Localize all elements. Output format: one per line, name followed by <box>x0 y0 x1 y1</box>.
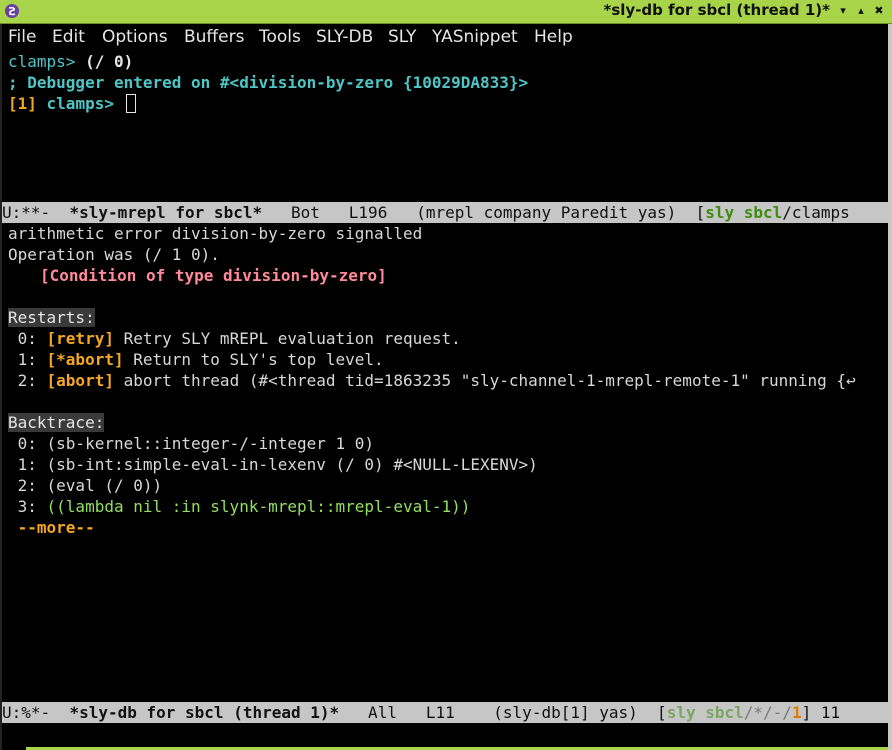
minimize-button[interactable]: ▾ <box>836 3 850 19</box>
sly-bracket: [ <box>695 203 706 222</box>
repl-input-line[interactable]: clamps> (/ 0) <box>8 51 133 72</box>
sly-bracket: [ <box>657 703 667 722</box>
sly-indicator: sly <box>705 203 735 222</box>
repl-mode-line[interactable]: U:**- *sly-mrepl for sbcl* Bot L196 (mre… <box>2 202 888 223</box>
text-cursor <box>125 94 136 113</box>
emacs-icon <box>5 4 19 18</box>
buffer-name[interactable]: *sly-db for sbcl (thread 1)* <box>69 703 339 722</box>
sly-package: /clamps <box>782 203 850 222</box>
debug-level: [1] <box>8 94 37 113</box>
window-frame-right <box>888 24 892 750</box>
mode-line-tail: ] 11 <box>801 703 841 722</box>
backtrace-header: Backtrace: <box>8 413 105 432</box>
menu-edit[interactable]: Edit <box>52 27 85 47</box>
buffer-position: All L11 <box>339 703 494 722</box>
menu-tools[interactable]: Tools <box>259 27 301 47</box>
buffer-name[interactable]: *sly-mrepl for sbcl* <box>69 203 262 222</box>
restart-tag[interactable]: [abort] <box>47 371 114 390</box>
repl-command: (/ 0) <box>75 52 134 71</box>
restart-item[interactable]: 0: [retry] Retry SLY mREPL evaluation re… <box>8 328 461 349</box>
menu-sly[interactable]: SLY <box>388 27 416 47</box>
restarts-header: Restarts: <box>8 308 95 327</box>
restart-item[interactable]: 2: [abort] abort thread (#<thread tid=18… <box>8 370 884 391</box>
menu-sly-db[interactable]: SLY-DB <box>316 27 373 47</box>
backtrace-frame[interactable]: 1: (sb-int:simple-eval-in-lexenv (/ 0) #… <box>8 454 538 475</box>
debugger-entered-message: ; Debugger entered on #<division-by-zero… <box>8 73 529 92</box>
menu-bar: File Edit Options Buffers Tools SLY-DB S… <box>0 25 892 50</box>
restart-item[interactable]: 1: [*abort] Return to SLY's top level. <box>8 349 384 370</box>
buffer-status: U:%*- <box>2 703 70 722</box>
condition-type: [Condition of type division-by-zero] <box>40 266 387 285</box>
sly-connection: sbcl <box>705 703 744 722</box>
more-frames-button[interactable]: --more-- <box>8 517 95 538</box>
menu-help[interactable]: Help <box>534 27 573 47</box>
buffer-position: Bot L196 <box>262 203 417 222</box>
operation-message: Operation was (/ 1 0). <box>8 245 220 264</box>
sly-package: /*/-/ <box>743 703 792 722</box>
restart-tag[interactable]: [*abort] <box>47 350 124 369</box>
sly-thread-number: 1 <box>791 703 802 722</box>
menu-buffers[interactable]: Buffers <box>184 27 244 47</box>
menu-options[interactable]: Options <box>102 27 168 47</box>
restart-tag[interactable]: [retry] <box>47 329 114 348</box>
backtrace-frame[interactable]: 2: (eval (/ 0)) <box>8 475 163 496</box>
maximize-button[interactable]: ▴ <box>854 3 868 19</box>
window-frame-left <box>0 24 2 750</box>
repl-prompt: clamps> <box>8 52 76 71</box>
buffer-modes[interactable]: (sly-db[1] yas) <box>493 703 657 722</box>
repl-prompt: clamps> <box>36 94 114 113</box>
buffer-modes[interactable]: (mrepl company Paredit yas) <box>416 203 695 222</box>
backtrace-frame[interactable]: 3: ((lambda nil :in slynk-mrepl::mrepl-e… <box>8 496 471 517</box>
menu-yasnippet[interactable]: YASnippet <box>432 27 518 47</box>
window-titlebar[interactable]: *sly-db for sbcl (thread 1)* ▾ ▴ ✖ <box>0 0 892 24</box>
repl-current-prompt-line[interactable]: [1] clamps> <box>8 93 136 114</box>
buffer-status: U:**- <box>2 203 70 222</box>
sly-connection: sbcl <box>743 203 783 222</box>
menu-file[interactable]: File <box>8 27 36 47</box>
sly-indicator: sly <box>666 703 696 722</box>
error-message: arithmetic error division-by-zero signal… <box>8 224 423 243</box>
window-title: *sly-db for sbcl (thread 1)* <box>603 1 830 19</box>
sly-db-mode-line[interactable]: U:%*- *sly-db for sbcl (thread 1)* All L… <box>2 702 888 723</box>
backtrace-frame[interactable]: 0: (sb-kernel::integer-/-integer 1 0) <box>8 433 374 454</box>
close-button[interactable]: ✖ <box>872 3 886 19</box>
